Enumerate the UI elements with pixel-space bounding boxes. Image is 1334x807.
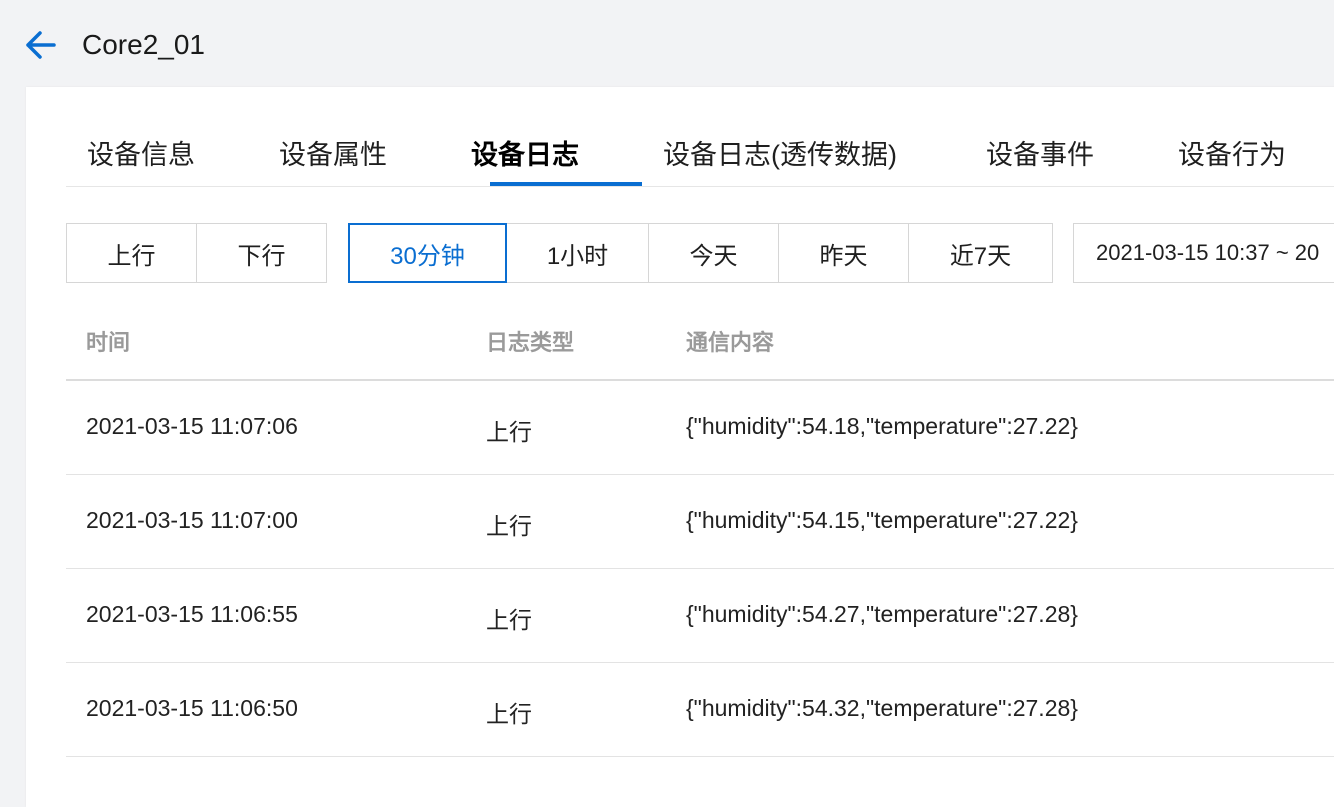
row-content: {"humidity":54.15,"temperature":27.22} [686,507,1078,533]
range-7days-button[interactable]: 近7天 [908,223,1053,283]
arrow-left-icon [26,31,56,59]
row-log-type: 上行 [486,513,532,539]
tab-device-log-raw[interactable]: 设备日志(透传数据) [663,137,897,187]
date-range-picker[interactable]: 2021-03-15 10:37 ~ 20 [1073,223,1334,283]
table-row: 2021-03-15 11:07:06 上行 {"humidity":54.18… [66,381,1334,475]
range-30min-button[interactable]: 30分钟 [348,223,507,283]
filter-downlink-button[interactable]: 下行 [196,223,327,283]
row-time: 2021-03-15 11:06:55 [86,601,298,627]
range-yesterday-button[interactable]: 昨天 [778,223,909,283]
row-log-type: 上行 [486,607,532,633]
column-header-content: 通信内容 [686,330,775,355]
tab-device-actions[interactable]: 设备行为 [1178,137,1286,187]
row-content: {"humidity":54.32,"temperature":27.28} [686,695,1078,721]
tab-device-properties[interactable]: 设备属性 [279,137,387,187]
active-tab-indicator [490,182,642,186]
row-log-type: 上行 [486,701,532,727]
tab-bar: 设备信息 设备属性 设备日志 设备日志(透传数据) 设备事件 设备行为 [66,87,1334,187]
table-header: 时间 日志类型 通信内容 [66,301,1334,381]
table-row: 2021-03-15 11:06:50 上行 {"humidity":54.32… [66,663,1334,757]
range-today-button[interactable]: 今天 [648,223,779,283]
range-1hour-button[interactable]: 1小时 [506,223,649,283]
row-time: 2021-03-15 11:06:50 [86,695,298,721]
tab-device-log[interactable]: 设备日志 [471,137,579,187]
row-content: {"humidity":54.27,"temperature":27.28} [686,601,1078,627]
page-header: Core2_01 [0,0,1334,88]
column-header-time: 时间 [86,330,131,355]
log-table: 时间 日志类型 通信内容 2021-03-15 11:07:06 上行 {"hu… [66,301,1334,757]
tab-device-events[interactable]: 设备事件 [986,137,1094,187]
page-title: Core2_01 [82,29,205,60]
device-detail-card: 设备信息 设备属性 设备日志 设备日志(透传数据) 设备事件 设备行为 上行 下… [26,87,1334,807]
filter-uplink-button[interactable]: 上行 [66,223,197,283]
time-range-filter-group: 30分钟 1小时 今天 昨天 近7天 [348,223,1053,283]
row-content: {"humidity":54.18,"temperature":27.22} [686,413,1078,439]
tab-device-info[interactable]: 设备信息 [87,137,195,187]
row-log-type: 上行 [486,419,532,445]
direction-filter-group: 上行 下行 [66,223,327,283]
row-time: 2021-03-15 11:07:06 [86,413,298,439]
row-time: 2021-03-15 11:07:00 [86,507,298,533]
table-row: 2021-03-15 11:06:55 上行 {"humidity":54.27… [66,569,1334,663]
column-header-log-type: 日志类型 [486,330,575,355]
back-button[interactable] [22,28,58,62]
table-row: 2021-03-15 11:07:00 上行 {"humidity":54.15… [66,475,1334,569]
